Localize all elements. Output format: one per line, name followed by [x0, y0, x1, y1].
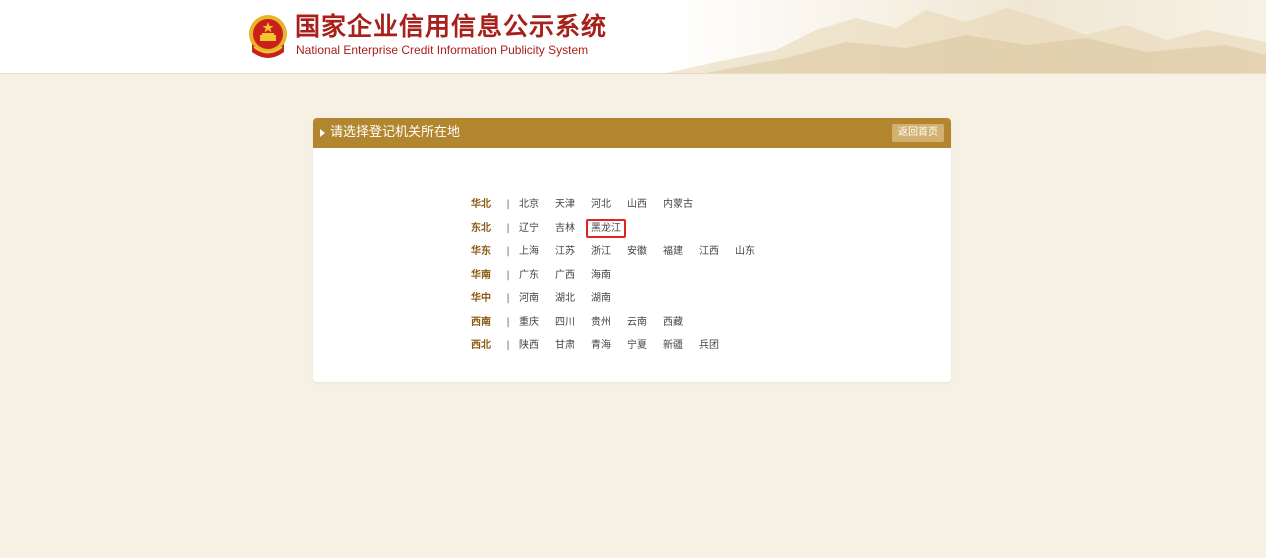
caret-right-icon: [320, 129, 325, 137]
region-row: 西北 | 陕西 甘肃 青海 宁夏 新疆 兵团: [471, 331, 771, 355]
region-row: 华中 | 河南 湖北 湖南: [471, 284, 771, 308]
province-link[interactable]: 新疆: [663, 334, 683, 358]
province-link[interactable]: 山东: [735, 240, 755, 264]
province-link[interactable]: 河南: [519, 287, 539, 311]
site-header: 国家企业信用信息公示系统 National Enterprise Credit …: [0, 0, 1266, 74]
region-separator: |: [506, 199, 510, 210]
region-label: 西北: [471, 340, 491, 351]
province-link[interactable]: 安徽: [627, 240, 647, 264]
province-link[interactable]: 上海: [519, 240, 539, 264]
region-row: 华北 | 北京 天津 河北 山西 内蒙古: [471, 190, 771, 214]
panel-title: 请选择登记机关所在地: [330, 125, 461, 140]
province-link[interactable]: 河北: [591, 193, 611, 217]
region-separator: |: [506, 293, 510, 304]
province-link[interactable]: 山西: [627, 193, 647, 217]
national-emblem-icon: [248, 14, 288, 58]
region-row: 东北 | 辽宁 吉林 黑龙江: [471, 214, 771, 238]
province-link[interactable]: 兵团: [699, 334, 719, 358]
mountain-banner: [666, 0, 1266, 73]
region-label: 华北: [471, 199, 491, 210]
province-link[interactable]: 湖北: [555, 287, 575, 311]
province-link[interactable]: 黑龙江: [586, 218, 626, 238]
region-row: 华南 | 广东 广西 海南: [471, 261, 771, 285]
region-row: 西南 | 重庆 四川 贵州 云南 西藏: [471, 308, 771, 332]
region-separator: |: [506, 246, 510, 257]
region-select-panel: 请选择登记机关所在地 返回首页 华北 | 北京 天津 河北 山西 内蒙古 东北 | 辽宁 吉林 黑龙江…: [313, 118, 951, 382]
province-link[interactable]: 宁夏: [627, 334, 647, 358]
province-link[interactable]: 北京: [519, 193, 539, 217]
province-link[interactable]: 天津: [555, 193, 575, 217]
province-link[interactable]: 江西: [699, 240, 719, 264]
back-home-button[interactable]: 返回首页: [892, 124, 944, 142]
province-link[interactable]: 青海: [591, 334, 611, 358]
province-link[interactable]: 浙江: [591, 240, 611, 264]
site-title-cn: 国家企业信用信息公示系统: [295, 12, 608, 41]
region-row: 华东 | 上海 江苏 浙江 安徽 福建 江西 山东: [471, 237, 771, 261]
panel-header: 请选择登记机关所在地 返回首页: [313, 118, 951, 148]
province-link[interactable]: 湖南: [591, 287, 611, 311]
region-label: 华东: [471, 246, 491, 257]
province-link[interactable]: 陕西: [519, 334, 539, 358]
region-list: 华北 | 北京 天津 河北 山西 内蒙古 东北 | 辽宁 吉林 黑龙江 华东 | 上海 江苏 浙江 安徽 福建 江西山…: [471, 190, 771, 355]
region-separator: |: [506, 340, 510, 351]
province-link[interactable]: 甘肃: [555, 334, 575, 358]
site-title-en: National Enterprise Credit Information P…: [296, 43, 589, 57]
province-link[interactable]: 内蒙古: [663, 193, 693, 217]
province-link[interactable]: 江苏: [555, 240, 575, 264]
region-label: 华中: [471, 293, 491, 304]
mountain-illustration: [666, 8, 1266, 73]
province-link[interactable]: 福建: [663, 240, 683, 264]
